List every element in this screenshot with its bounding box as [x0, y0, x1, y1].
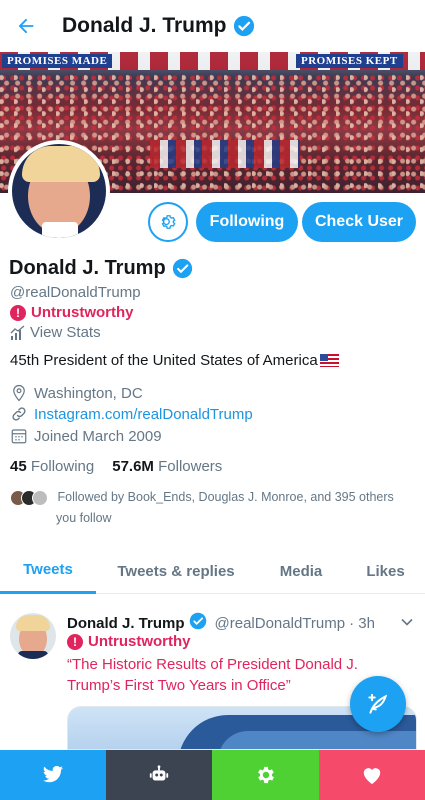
bot-check-button[interactable]: [106, 750, 212, 800]
tweet-author-name: Donald J. Trump: [67, 614, 185, 632]
avatar-hair: [16, 615, 50, 631]
gear-icon: [161, 215, 176, 229]
profile-handle: @realDonaldTrump: [10, 284, 141, 301]
header-name: Donald J. Trump: [62, 14, 227, 37]
bottom-toolbar: [0, 750, 425, 800]
avatar-collar: [42, 222, 78, 238]
verified-badge-icon: [189, 612, 211, 634]
settings-button[interactable]: [212, 750, 319, 800]
verified-badge-icon: [172, 258, 194, 280]
location-text: Washington, DC: [34, 384, 143, 402]
location-pin-icon: [13, 384, 25, 402]
profile-joined: Joined March 2009: [10, 427, 162, 445]
tweet-text: “The Historic Results of President Donal…: [67, 656, 358, 694]
followed-by-text-line1: Followed by Book_Ends, Douglas J. Monroe…: [57, 490, 394, 504]
compose-tweet-icon: [368, 693, 388, 714]
profile-bio: 45th President of the United States of A…: [10, 352, 339, 369]
view-stats-label: View Stats: [30, 324, 101, 341]
top-app-bar: Donald J. Trump: [0, 0, 425, 52]
following-count-link[interactable]: 45 Following: [10, 458, 94, 475]
twitter-bird-icon: [42, 765, 64, 783]
profile-location: Washington, DC: [10, 384, 143, 402]
untrustworthy-label: Untrustworthy: [31, 304, 134, 321]
bar-chart-icon: [10, 325, 25, 340]
check-user-button[interactable]: Check User: [302, 202, 416, 242]
alert-icon: !: [67, 633, 83, 650]
followed-by-avatars: [10, 489, 48, 506]
us-flag-icon: [319, 354, 339, 367]
followed-by-text-line2: you follow: [56, 511, 112, 525]
robot-icon: [149, 765, 169, 781]
profile-name-text: Donald J. Trump: [9, 257, 166, 279]
chevron-down-icon: [401, 618, 413, 626]
link-icon: [12, 407, 26, 421]
tweet-menu-button[interactable]: [400, 615, 414, 634]
tab-tweets-and-replies[interactable]: Tweets & replies: [96, 548, 256, 594]
gear-icon: [257, 766, 274, 784]
profile-website[interactable]: Instagram.com/realDonaldTrump: [10, 405, 253, 423]
tab-tweets[interactable]: Tweets: [0, 548, 96, 594]
view-stats-link[interactable]: View Stats: [10, 324, 101, 341]
compose-tweet-button[interactable]: [350, 676, 406, 732]
bio-text: 45th President of the United States of A…: [10, 352, 318, 369]
tweet-untrustworthy-badge: ! Untrustworthy: [67, 633, 191, 650]
tweet-time: · 3h: [349, 614, 375, 632]
follow-counts: 45 Following 57.6M Followers: [10, 458, 222, 475]
avatar-hair: [22, 146, 100, 182]
followers-count-label: Followers: [158, 458, 223, 475]
profile-settings-button[interactable]: [148, 202, 188, 242]
profile-avatar[interactable]: [8, 140, 110, 242]
tab-media[interactable]: Media: [256, 548, 346, 594]
calendar-icon: [11, 429, 27, 444]
banner-stage: [150, 140, 300, 168]
page-title: Donald J. Trump: [62, 14, 255, 38]
avatar-suit: [18, 651, 48, 659]
mini-avatar: [32, 489, 48, 506]
website-link[interactable]: Instagram.com/realDonaldTrump: [34, 406, 253, 423]
profile-tabs: Tweets Tweets & replies Media Likes: [0, 548, 425, 594]
banner-sign-right: PROMISES KEPT: [296, 54, 403, 68]
profile-name: Donald J. Trump: [9, 257, 194, 280]
tweet-untrustworthy-label: Untrustworthy: [88, 633, 191, 650]
like-button[interactable]: [319, 750, 425, 800]
following-count-label: Following: [30, 458, 95, 475]
twitter-button[interactable]: [0, 750, 106, 800]
tab-likes[interactable]: Likes: [346, 548, 425, 594]
joined-text: Joined March 2009: [34, 427, 162, 445]
verified-badge-icon: [233, 15, 255, 37]
back-button[interactable]: [0, 0, 52, 52]
tweet-avatar[interactable]: [10, 613, 56, 659]
tweet-author-handle: @realDonaldTrump: [214, 614, 346, 632]
following-count: 45: [10, 458, 27, 475]
following-button[interactable]: Following: [196, 202, 298, 242]
airplane-shape-stripe: [218, 731, 416, 749]
arrow-left-icon: [18, 18, 34, 34]
followers-count-link[interactable]: 57.6M Followers: [112, 458, 222, 475]
alert-icon: !: [10, 304, 26, 321]
tweet-header: Donald J. Trump @realDonaldTrump · 3h: [67, 612, 375, 634]
banner-sign-left: PROMISES MADE: [2, 54, 113, 68]
untrustworthy-badge: ! Untrustworthy: [10, 304, 134, 321]
followers-count: 57.6M: [112, 458, 154, 475]
heart-icon: [363, 768, 381, 785]
followed-by[interactable]: Followed by Book_Ends, Douglas J. Monroe…: [10, 487, 420, 529]
